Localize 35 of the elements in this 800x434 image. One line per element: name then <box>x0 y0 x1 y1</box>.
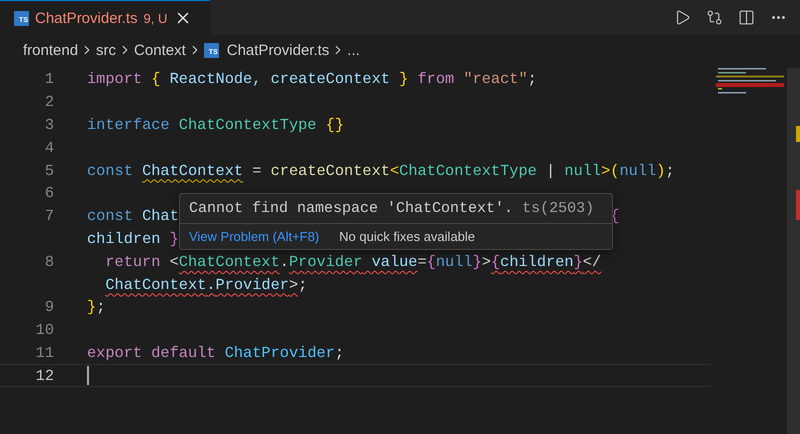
error-message: Cannot find namespace 'ChatContext'. <box>189 200 514 217</box>
line-number: 4 <box>44 138 54 157</box>
line-number: 9 <box>44 298 54 316</box>
breadcrumb-item[interactable]: frontend <box>23 42 78 58</box>
code-line: ChatContext.Provider>; <box>105 276 308 294</box>
code-token: { <box>610 207 620 226</box>
line-number: 5 <box>44 162 54 180</box>
line-number: 6 <box>44 184 54 202</box>
code-line: export default ChatProvider; <box>87 344 344 362</box>
text-cursor <box>87 366 89 386</box>
line-number: 11 <box>34 344 54 362</box>
code-line: return <ChatContext.Provider value={null}>{children}</ <box>105 252 602 271</box>
line-number: 12 <box>34 366 54 385</box>
line-number: 3 <box>44 116 54 134</box>
line-number: 7 <box>44 207 54 226</box>
tab-title: ChatProvider.ts <box>35 10 138 26</box>
line-number: 2 <box>44 93 54 112</box>
code-line: }; <box>87 298 106 316</box>
code-line: interface ChatContextType {} <box>87 116 344 134</box>
breadcrumb-item[interactable]: ChatProvider.ts <box>226 42 330 58</box>
view-problem-link[interactable]: View Problem (Alt+F8) <box>189 229 320 244</box>
minimap-drawing <box>716 66 786 96</box>
code-line: const Chat <box>87 207 179 226</box>
code-line: children } <box>87 230 179 248</box>
breadcrumb-item[interactable]: ... <box>347 42 360 58</box>
error-code: ts(2503) <box>522 200 594 217</box>
code-line: import { ReactNode, createContext } from "react"; <box>87 70 537 88</box>
breadcrumb-item[interactable]: Context <box>134 42 186 58</box>
line-number: 10 <box>34 321 54 340</box>
quick-fix-note: No quick fixes available <box>339 229 476 244</box>
line-number: 1 <box>44 70 54 88</box>
problem-count: 9, U <box>144 10 168 26</box>
code-line: const ChatContext = createContext<ChatContextType | null>(null); <box>87 162 675 180</box>
breadcrumb-item[interactable]: src <box>96 42 116 58</box>
line-number: 8 <box>44 252 54 271</box>
